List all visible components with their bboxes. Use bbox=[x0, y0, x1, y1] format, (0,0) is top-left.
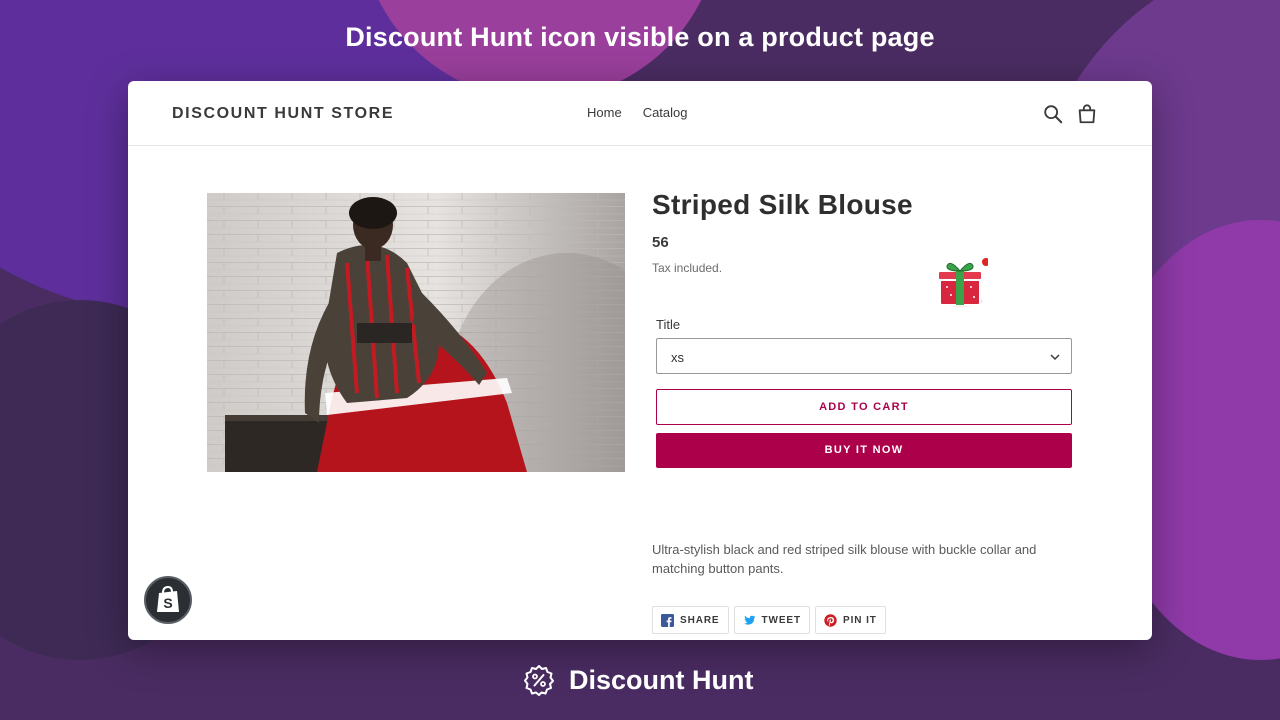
size-select-value: xs bbox=[671, 350, 684, 365]
facebook-icon bbox=[661, 613, 674, 627]
share-facebook-button[interactable]: SHARE bbox=[652, 606, 729, 634]
share-label: SHARE bbox=[680, 614, 720, 626]
chevron-down-icon bbox=[1050, 354, 1060, 361]
gift-icon[interactable] bbox=[934, 257, 988, 311]
svg-text:S: S bbox=[163, 595, 172, 611]
product-title: Striped Silk Blouse bbox=[652, 189, 913, 220]
product-description: Ultra-stylish black and red striped silk… bbox=[652, 542, 1037, 576]
main-nav: Home Catalog bbox=[587, 105, 688, 120]
buy-now-button[interactable]: BUY IT NOW bbox=[656, 433, 1072, 468]
product-image[interactable] bbox=[207, 193, 625, 472]
share-buttons: SHARE TWEET PIN IT bbox=[652, 606, 886, 634]
store-logo[interactable]: DISCOUNT HUNT STORE bbox=[172, 105, 394, 123]
footer-brand-name: Discount Hunt bbox=[569, 664, 754, 695]
product-price: 56 bbox=[652, 234, 669, 251]
nav-home[interactable]: Home bbox=[587, 105, 622, 120]
footer-brand: Discount Hunt bbox=[523, 664, 753, 696]
store-header: DISCOUNT HUNT STORE Home Catalog bbox=[128, 81, 1152, 146]
share-pinterest-button[interactable]: PIN IT bbox=[815, 606, 886, 634]
option-label: Title bbox=[656, 317, 681, 332]
discount-badge-icon bbox=[524, 665, 554, 696]
browser-window: DISCOUNT HUNT STORE Home Catalog Striped… bbox=[128, 81, 1152, 640]
pinterest-icon bbox=[824, 613, 837, 627]
nav-catalog[interactable]: Catalog bbox=[643, 105, 688, 120]
pin-label: PIN IT bbox=[843, 614, 877, 626]
tweet-label: TWEET bbox=[761, 614, 802, 626]
shopify-badge[interactable]: S bbox=[144, 576, 192, 624]
cart-icon[interactable] bbox=[1076, 103, 1098, 125]
tax-note: Tax included. bbox=[652, 261, 723, 275]
size-select[interactable]: xs bbox=[656, 338, 1072, 374]
headline: Discount Hunt icon visible on a product … bbox=[345, 22, 935, 52]
search-icon[interactable] bbox=[1042, 103, 1064, 125]
shopify-bag-icon: S bbox=[157, 585, 179, 612]
twitter-icon bbox=[743, 615, 756, 625]
share-twitter-button[interactable]: TWEET bbox=[733, 606, 811, 634]
add-to-cart-button[interactable]: ADD TO CART bbox=[656, 389, 1072, 425]
